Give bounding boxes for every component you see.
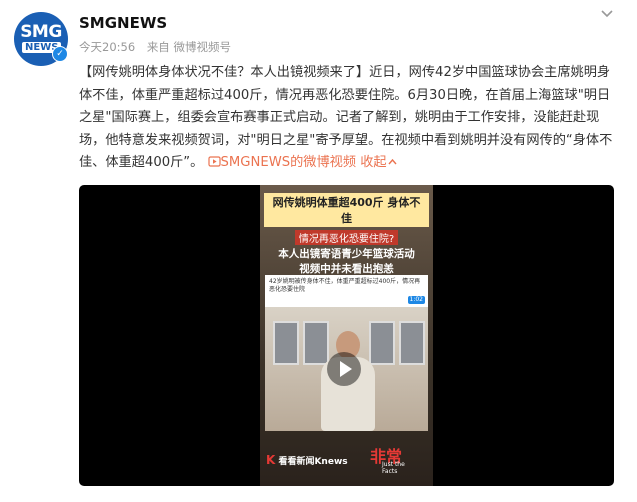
- watermark-logo: 非常 Just the Facts: [370, 443, 410, 475]
- chevron-down-icon[interactable]: [597, 4, 617, 24]
- post-source[interactable]: 来自 微博视频号: [147, 40, 231, 54]
- video-link[interactable]: SMGNEWS的微博视频: [207, 155, 361, 171]
- post-meta: 今天20:56 来自 微博视频号: [79, 39, 239, 55]
- background-window: [399, 321, 425, 365]
- background-window: [273, 321, 299, 365]
- video-banner: 网传姚明体重超400斤 身体不佳 情况再恶化恐要住院? 本人出镜寄语青少年篮球活…: [264, 193, 429, 275]
- video-frame: 网传姚明体重超400斤 身体不佳 情况再恶化恐要住院? 本人出镜寄语青少年篮球活…: [260, 185, 433, 486]
- post-title: 【网传姚明体身体状况不佳？本人出镜视频来了】: [79, 65, 370, 80]
- video-link-label: SMGNEWS的微博视频: [220, 155, 357, 171]
- embedded-duration: 1:02: [407, 296, 425, 304]
- video-scene: [265, 307, 428, 431]
- post-time[interactable]: 今天20:56: [79, 40, 135, 54]
- collapse-label: 收起: [360, 155, 387, 171]
- banner-line-1: 网传姚明体重超400斤 身体不佳: [264, 193, 429, 227]
- account-name[interactable]: SMGNEWS: [79, 14, 167, 32]
- banner-line-2: 情况再恶化恐要住院?: [294, 230, 399, 245]
- banner-line-3: 本人出镜寄语青少年篮球活动: [278, 248, 415, 260]
- verified-badge-icon: ✓: [52, 46, 68, 62]
- collapse-button[interactable]: 收起: [360, 155, 397, 170]
- video-link-icon: [207, 156, 221, 167]
- post-content: 【网传姚明体身体状况不佳？本人出镜视频来了】近日，网传42岁中国篮球协会主席姚明…: [79, 62, 619, 175]
- play-icon[interactable]: [327, 352, 361, 386]
- video-player[interactable]: 网传姚明体重超400斤 身体不佳 情况再恶化恐要住院? 本人出镜寄语青少年篮球活…: [79, 185, 614, 486]
- watermark-brand: K 看看新闻Knews: [266, 453, 348, 467]
- embedded-post-text: 42岁姚明被传身体不佳，体重严重超标过400斤，情况再恶化恐要住院: [269, 278, 421, 293]
- avatar-text-top: SMG: [20, 22, 62, 42]
- watermark-logo-sub: Just the Facts: [382, 461, 405, 475]
- chevron-up-icon: [388, 159, 397, 165]
- embedded-post-card: 42岁姚明被传身体不佳，体重严重超标过400斤，情况再恶化恐要住院 1:02: [265, 275, 428, 307]
